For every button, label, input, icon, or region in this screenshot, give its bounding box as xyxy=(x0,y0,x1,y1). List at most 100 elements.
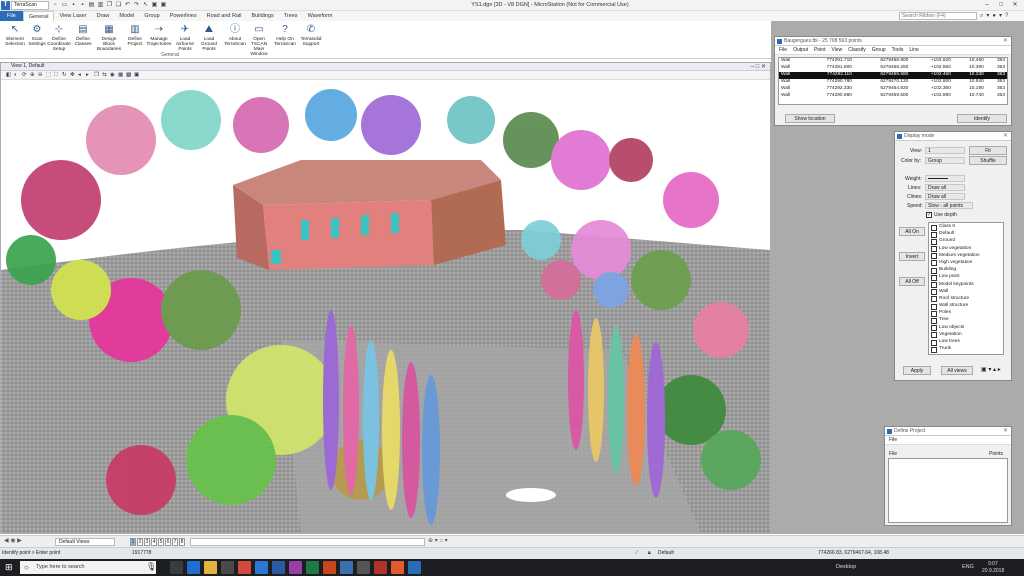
clock-date[interactable]: 20.9.2018 xyxy=(982,568,1004,574)
save-all-icon[interactable]: ▪ xyxy=(79,1,86,9)
app-icon[interactable] xyxy=(221,561,234,574)
new-file-icon[interactable]: ▫ xyxy=(52,1,59,9)
task-view-icon[interactable] xyxy=(170,561,183,574)
app-icon[interactable] xyxy=(255,561,268,574)
ribbon-tab-model[interactable]: Model xyxy=(114,11,139,21)
app-icon[interactable] xyxy=(374,561,387,574)
weight-select[interactable] xyxy=(925,175,965,182)
ribbon-tab-road-and-rail[interactable]: Road and Rail xyxy=(202,11,247,21)
explorer-icon[interactable] xyxy=(204,561,217,574)
snap-icon[interactable]: ⟋ xyxy=(635,548,639,559)
camera-icon[interactable]: ◉ xyxy=(110,71,116,79)
outlook-icon[interactable] xyxy=(340,561,353,574)
view-button-1[interactable]: 1 xyxy=(130,538,136,546)
open-file-icon[interactable]: ▭ xyxy=(61,1,68,9)
ribbon-search-input[interactable]: Search Ribbon (F4) xyxy=(899,12,977,20)
ribbon-button-3[interactable]: ▤ Define Classes xyxy=(70,23,96,47)
cursor-icon[interactable]: ↖ xyxy=(142,1,149,9)
clines-select[interactable]: Draw all xyxy=(925,193,965,200)
menu-tools[interactable]: Tools xyxy=(892,47,904,53)
pan-view-icon[interactable]: ✥ xyxy=(70,71,76,79)
search-icon[interactable]: ⌕ xyxy=(980,12,983,20)
window-area-icon[interactable]: ⬚ xyxy=(46,71,52,79)
view-button-5[interactable]: 5 xyxy=(158,538,164,546)
view-group-nav-icons[interactable]: ◀ ◉ ▶ xyxy=(4,537,22,544)
powerpoint-icon[interactable] xyxy=(323,561,336,574)
menu-point[interactable]: Point xyxy=(814,47,825,53)
maximize-icon[interactable]: □ xyxy=(994,0,1008,10)
class-item[interactable]: Low vegetation xyxy=(929,245,1003,253)
invert-button[interactable]: Invert xyxy=(899,252,925,261)
fit-button[interactable]: Fit xyxy=(969,146,1007,155)
chrome-icon[interactable] xyxy=(238,561,251,574)
menu-view[interactable]: View xyxy=(831,47,842,53)
ribbon-button-8[interactable]: ⛰ Load Ground Points xyxy=(196,23,222,52)
view-button-8[interactable]: 8 xyxy=(179,538,185,546)
class-list[interactable]: Class 0 Default Ground Low vegetation Medium… xyxy=(928,222,1004,355)
zoom-tools-icons[interactable]: ⊕ ▾ ⌂ ▾ xyxy=(428,537,448,544)
project-file-list[interactable] xyxy=(888,458,1008,523)
app-icon[interactable] xyxy=(357,561,370,574)
paste-icon[interactable]: ❏ xyxy=(115,1,122,9)
undo-icon[interactable]: ↶ xyxy=(124,1,131,9)
clip-mask-icon[interactable]: ▩ xyxy=(126,71,132,79)
fit-view-icon[interactable]: ⛶ xyxy=(54,71,60,79)
class-item[interactable]: Ground xyxy=(929,237,1003,246)
shuffle-button[interactable]: Shuffle xyxy=(969,156,1007,165)
redo-icon[interactable]: ↷ xyxy=(133,1,140,9)
ribbon-button-7[interactable]: ✈ Load Airborne Points xyxy=(172,23,198,52)
table-row[interactable]: Wall 774291.710 6279466.900 +102.620 10.460 3… xyxy=(779,58,1007,65)
copy-view-icon[interactable]: ❐ xyxy=(94,71,100,79)
microphone-icon[interactable]: 🎙︎ xyxy=(146,562,156,571)
lock-icon[interactable]: 🔒︎ xyxy=(648,548,651,559)
dropdown-icon[interactable]: ▾ xyxy=(999,12,1002,20)
command-input[interactable] xyxy=(190,538,425,546)
class-item[interactable]: Roof structure xyxy=(929,295,1003,303)
zoom-in-icon[interactable]: ⊕ xyxy=(30,71,36,79)
copy-icon[interactable]: ❐ xyxy=(106,1,113,9)
show-location-button[interactable]: Show location xyxy=(785,114,835,123)
ribbon-tab-waveform[interactable]: Waveform xyxy=(303,11,338,21)
colorby-select[interactable]: Group xyxy=(925,157,965,164)
print-icon[interactable]: ▤ xyxy=(88,1,95,9)
ribbon-tab-file[interactable]: File xyxy=(0,11,23,21)
class-item[interactable]: Wall structure xyxy=(929,302,1003,310)
table-row[interactable]: Wall 774292.110 6279465.580 +102.460 10.330 3… xyxy=(779,72,1007,79)
apply-button[interactable]: Apply xyxy=(903,366,931,375)
active-level[interactable]: Default xyxy=(658,548,674,559)
ribbon-tab-trees[interactable]: Trees xyxy=(279,11,303,21)
view-previous-icon[interactable]: ◂ xyxy=(78,71,84,79)
lines-select[interactable]: Draw all xyxy=(925,184,965,191)
view-button-6[interactable]: 6 xyxy=(165,538,171,546)
table-row[interactable]: Wall 774290.780 6279470.130 +102.800 10.840 3… xyxy=(779,79,1007,86)
zoom-out-icon[interactable]: ⊖ xyxy=(38,71,44,79)
menu-output[interactable]: Output xyxy=(793,47,808,53)
ribbon-button-12[interactable]: ✆ Terrasolid Support xyxy=(298,23,324,47)
workflow-combo[interactable]: TerraScan xyxy=(11,1,49,10)
language-indicator[interactable]: ENG xyxy=(962,564,974,570)
class-item[interactable]: Medium vegetation xyxy=(929,252,1003,260)
view-button-4[interactable]: 4 xyxy=(151,538,157,546)
ribbon-button-10[interactable]: ▭ Open TSCAN Main Window xyxy=(246,23,272,57)
windows-start-icon[interactable]: ⊞ xyxy=(5,562,13,573)
ribbon-tab-general[interactable]: General xyxy=(22,11,55,21)
ribbon-button-9[interactable]: ⓘ About TerraScan xyxy=(222,23,248,47)
desktop-toolbar[interactable]: Desktop xyxy=(836,564,856,570)
class-item[interactable]: Tree xyxy=(929,316,1003,325)
minimize-icon[interactable]: – xyxy=(980,0,994,10)
menu-classify[interactable]: Classify xyxy=(848,47,866,53)
menu-group[interactable]: Group xyxy=(872,47,886,53)
class-item[interactable]: Low objects xyxy=(929,324,1003,332)
class-item[interactable]: Wall xyxy=(929,288,1003,296)
view-button-3[interactable]: 3 xyxy=(144,538,150,546)
menu-line[interactable]: Line xyxy=(909,47,918,53)
view-button-2[interactable]: 2 xyxy=(137,538,143,546)
view-attributes-icon[interactable]: ◧ xyxy=(6,71,12,79)
tool-icon[interactable]: ▣ xyxy=(160,1,167,9)
ribbon-tab-draw[interactable]: Draw xyxy=(92,11,115,21)
display-style-icon[interactable]: ◐ xyxy=(14,71,20,79)
all-views-button[interactable]: All views xyxy=(941,366,973,375)
excel-icon[interactable] xyxy=(306,561,319,574)
table-row[interactable]: Wall 774292.330 6279464.920 +102.360 10.190 3… xyxy=(779,86,1007,93)
ribbon-button-4[interactable]: ▦ Design Block Boundaries xyxy=(96,23,122,52)
